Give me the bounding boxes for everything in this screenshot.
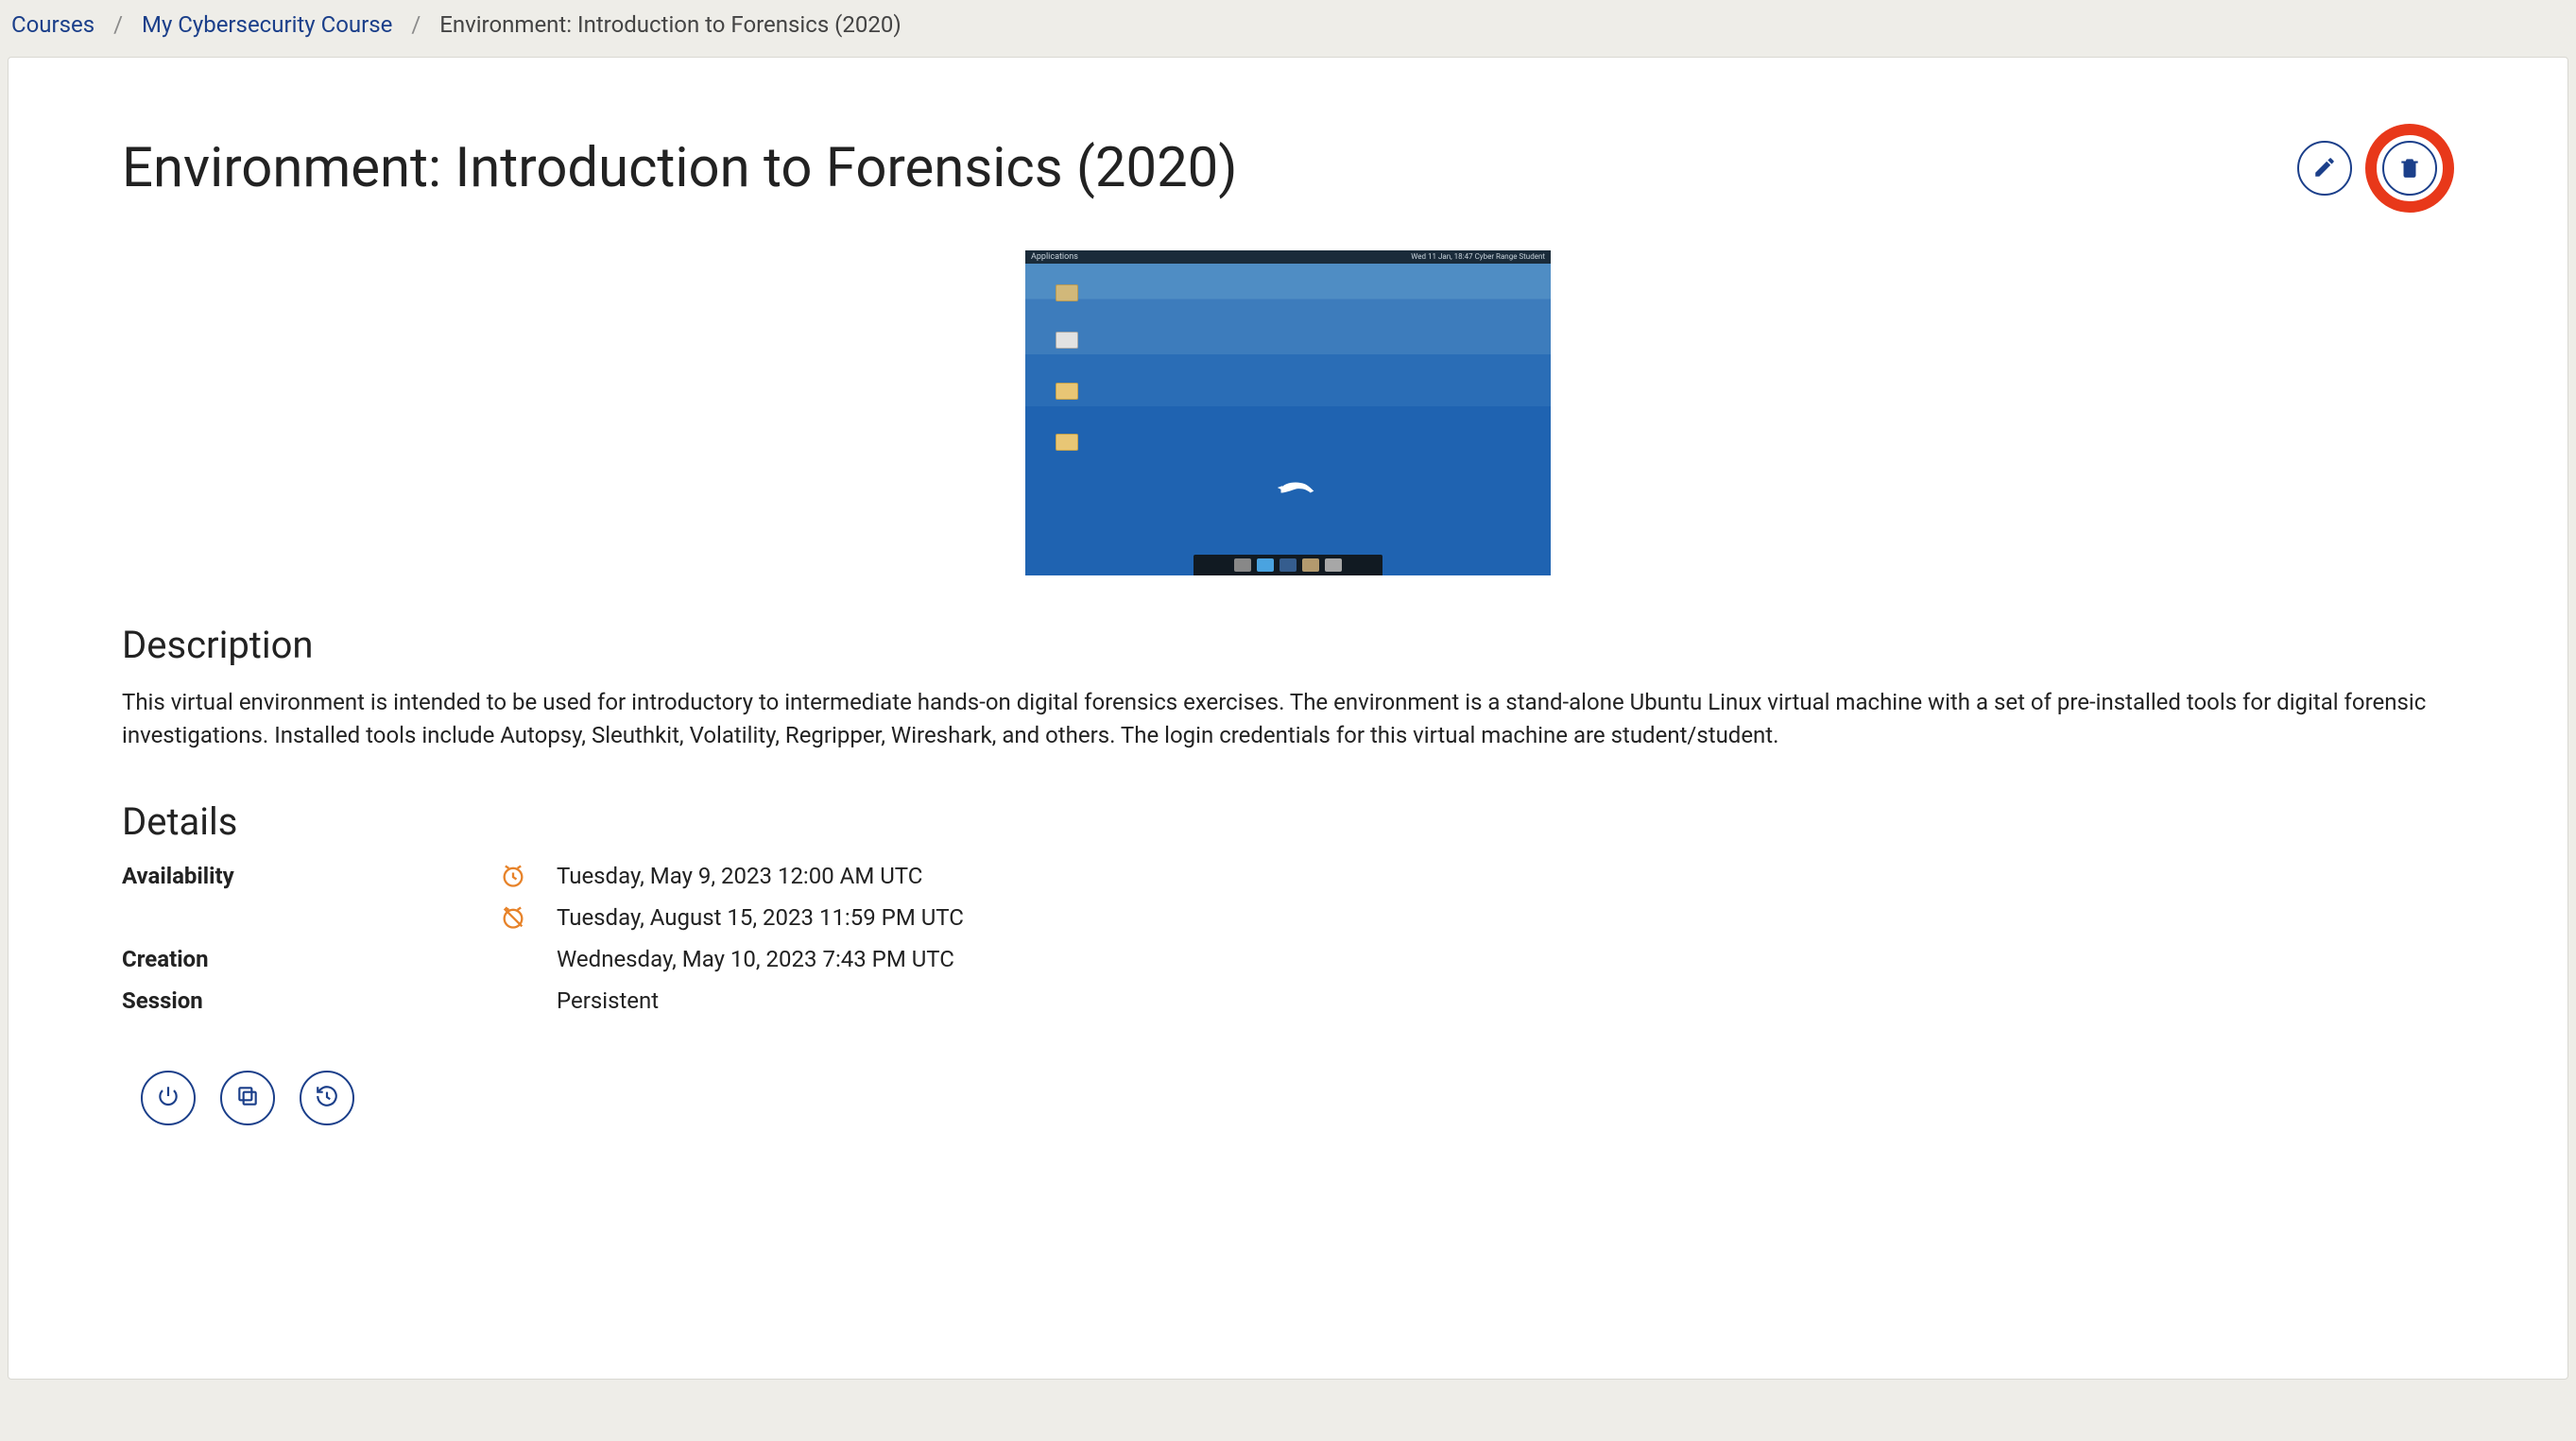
title-row: Environment: Introduction to Forensics (…	[122, 124, 2454, 213]
power-button[interactable]	[141, 1071, 196, 1125]
thumbnail-desktop-icon	[1056, 332, 1078, 349]
description-body: This virtual environment is intended to …	[122, 686, 2454, 752]
environment-thumbnail: Applications Wed 11 Jan, 18:47 Cyber Ran…	[1025, 250, 1551, 575]
highlight-ring	[2365, 124, 2454, 213]
edit-button[interactable]	[2297, 141, 2352, 196]
thumbnail-taskbar	[1194, 555, 1382, 575]
details-grid: Availability Tuesday, May 9, 2023 12:00 …	[122, 863, 2454, 1014]
breadcrumb-current: Environment: Introduction to Forensics (…	[439, 11, 901, 38]
title-actions	[2297, 124, 2454, 213]
pencil-icon	[2312, 155, 2337, 182]
clock-off-icon	[500, 904, 557, 931]
details-heading: Details	[122, 799, 2454, 844]
thumbnail-desktop-icon	[1056, 383, 1078, 400]
description-heading: Description	[122, 623, 2454, 667]
trash-icon	[2397, 155, 2422, 182]
page-title: Environment: Introduction to Forensics (…	[122, 136, 1237, 200]
copy-icon	[235, 1084, 260, 1111]
restore-button[interactable]	[300, 1071, 354, 1125]
thumbnail-menubar-right: Wed 11 Jan, 18:47 Cyber Range Student	[1411, 252, 1545, 261]
copy-button[interactable]	[220, 1071, 275, 1125]
breadcrumb-link-courses[interactable]: Courses	[11, 11, 94, 38]
history-icon	[315, 1084, 339, 1111]
clock-icon	[500, 863, 557, 889]
availability-start-value: Tuesday, May 9, 2023 12:00 AM UTC	[557, 863, 2454, 889]
availability-label: Availability	[122, 863, 500, 889]
breadcrumb-separator: /	[411, 11, 421, 38]
thumbnail-wrap: Applications Wed 11 Jan, 18:47 Cyber Ran…	[122, 250, 2454, 575]
thumbnail-desktop-icon	[1056, 284, 1078, 301]
session-label: Session	[122, 987, 500, 1014]
breadcrumb-link-course[interactable]: My Cybersecurity Course	[142, 11, 392, 38]
power-icon	[156, 1084, 180, 1111]
breadcrumb: Courses / My Cybersecurity Course / Envi…	[0, 0, 2576, 57]
thumbnail-menubar-left: Applications	[1031, 252, 1078, 262]
session-value: Persistent	[557, 987, 2454, 1014]
bottom-actions	[122, 1071, 2454, 1125]
breadcrumb-separator: /	[113, 11, 123, 38]
thumbnail-mouse-icon	[1276, 477, 1317, 498]
creation-value: Wednesday, May 10, 2023 7:43 PM UTC	[557, 946, 2454, 972]
content-card: Environment: Introduction to Forensics (…	[8, 57, 2568, 1380]
thumbnail-desktop-icon	[1056, 434, 1078, 451]
creation-label: Creation	[122, 946, 500, 972]
availability-end-value: Tuesday, August 15, 2023 11:59 PM UTC	[557, 904, 2454, 931]
delete-button[interactable]	[2382, 141, 2437, 196]
